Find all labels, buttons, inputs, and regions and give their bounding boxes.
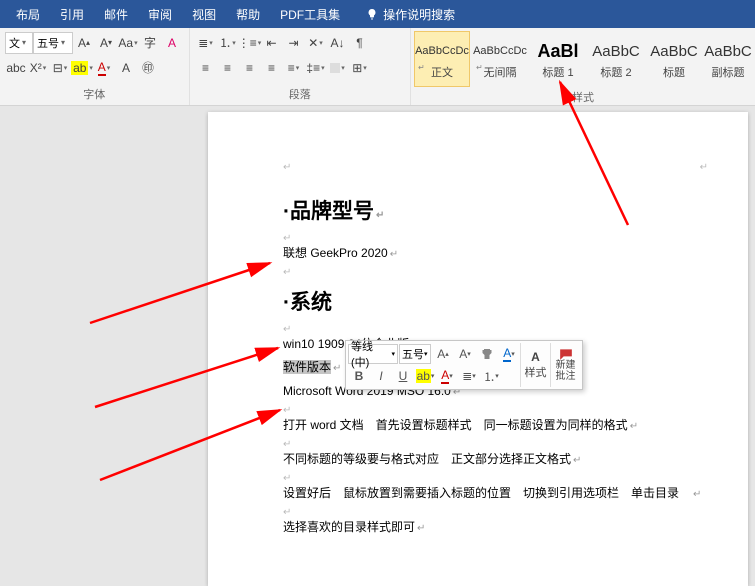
align-right-button[interactable]: ≡ (239, 57, 261, 79)
justify-button[interactable]: ≡ (261, 57, 283, 79)
doc-paragraph: 打开 word 文档 首先设置标题样式 同一标题设置为同样的格式↵ (283, 416, 708, 435)
mini-bold[interactable]: B (348, 366, 370, 386)
style-heading-1[interactable]: AaBl 标题 1 (530, 31, 586, 87)
mini-bullets[interactable]: ≣▾ (458, 366, 480, 386)
ribbon-group-paragraph: ≣▾ ⒈▾ ⋮≡▾ ⇤ ⇥ ✕▾ A↓ ¶ ≡ ≡ ≡ ≡ ≡▾ ‡≡▾ ▾ (190, 28, 411, 105)
mini-toolbar: 等线 (中)▾ 五号▾ A▴ A▾ A▾ B I U ab▾ A▾ ≣▾ ⒈▾ … (345, 340, 583, 390)
decrease-indent-button[interactable]: ⇤ (261, 32, 283, 54)
ribbon-group-font: 文▾ 五号▾ A▴ A▾ Aa▾ 字 A abc X²▾ ⊟▾ ab▾ A▾ A… (0, 28, 190, 105)
mini-italic[interactable]: I (370, 366, 392, 386)
style-heading-2[interactable]: AaBbC 标题 2 (588, 31, 644, 87)
increase-font-button[interactable]: A▴ (73, 32, 95, 54)
text-direction-button[interactable]: ✕▾ (305, 32, 327, 54)
tell-me-search[interactable]: 操作说明搜索 (356, 0, 465, 28)
distribute-button[interactable]: ≡▾ (283, 57, 305, 79)
bullets-button[interactable]: ≣▾ (195, 32, 217, 54)
doc-paragraph: 不同标题的等级要与格式对应 正文部分选择正文格式↵ (283, 450, 708, 469)
change-case-button[interactable]: Aa▾ (117, 32, 139, 54)
menu-mail[interactable]: 邮件 (94, 0, 138, 28)
char-border-button[interactable]: ⊟▾ (49, 57, 71, 79)
multilevel-list-button[interactable]: ⋮≡▾ (239, 32, 261, 54)
ribbon: 文▾ 五号▾ A▴ A▾ Aa▾ 字 A abc X²▾ ⊟▾ ab▾ A▾ A… (0, 28, 755, 106)
paragraph-mark: ↵ (283, 405, 708, 416)
menu-pdf[interactable]: PDF工具集 (270, 0, 350, 28)
paragraph-mark: ↵ (283, 162, 291, 173)
highlight-button[interactable]: ab▾ (71, 57, 93, 79)
lightbulb-icon (366, 8, 378, 20)
paragraph-mark: ↵ (700, 162, 708, 173)
mini-new-comment[interactable]: 新建 批注 (550, 343, 580, 387)
brush-icon (481, 348, 493, 360)
font-family-dropdown[interactable]: 文▾ (5, 32, 33, 54)
doc-paragraph: 联想 GeekPro 2020↵ (283, 244, 708, 263)
ribbon-group-styles: AaBbCcDc ↵ 正文 AaBbCcDc ↵ 无间隔 AaBl 标题 1 A… (411, 28, 755, 105)
shading-button[interactable]: ▾ (327, 57, 349, 79)
font-size-dropdown[interactable]: 五号▾ (33, 32, 73, 54)
borders-button[interactable]: ⊞▾ (349, 57, 371, 79)
doc-heading-1: ·品牌型号↵ (283, 195, 708, 225)
menu-view[interactable]: 视图 (182, 0, 226, 28)
comment-icon (559, 348, 573, 360)
numbering-button[interactable]: ⒈▾ (217, 32, 239, 54)
paragraph-mark: ↵ (283, 473, 708, 484)
doc-paragraph: 设置好后 鼠标放置到需要插入标题的位置 切换到引用选项栏 单击目录 ↵ (283, 484, 708, 503)
mini-font-family[interactable]: 等线 (中)▾ (348, 344, 398, 364)
paragraph-mark: ↵ (283, 324, 708, 335)
show-marks-button[interactable]: ¶ (349, 32, 371, 54)
mini-font-color-2[interactable]: A▾ (436, 366, 458, 386)
ribbon-label-paragraph: 段落 (190, 84, 410, 105)
style-no-spacing[interactable]: AaBbCcDc ↵ 无间隔 (472, 31, 528, 87)
mini-underline[interactable]: U (392, 366, 414, 386)
mini-font-color[interactable]: A▾ (498, 344, 520, 364)
menu-layout[interactable]: 布局 (6, 0, 50, 28)
increase-indent-button[interactable]: ⇥ (283, 32, 305, 54)
paragraph-mark: ↵ (283, 267, 708, 278)
paragraph-mark: ↵ (283, 439, 708, 450)
menu-bar: 布局 引用 邮件 审阅 视图 帮助 PDF工具集 操作说明搜索 (0, 0, 755, 28)
subscript-button[interactable]: abc (5, 57, 27, 79)
mini-format-painter[interactable] (476, 344, 498, 364)
sort-button[interactable]: A↓ (327, 32, 349, 54)
style-normal[interactable]: AaBbCcDc ↵ 正文 (414, 31, 470, 87)
ribbon-label-styles: 样式 (411, 87, 755, 108)
char-shading-button[interactable]: A (115, 57, 137, 79)
mini-highlight[interactable]: ab▾ (414, 366, 436, 386)
style-title[interactable]: AaBbC 标题 (646, 31, 702, 87)
menu-review[interactable]: 审阅 (138, 0, 182, 28)
superscript-button[interactable]: X²▾ (27, 57, 49, 79)
mini-decrease-font[interactable]: A▾ (454, 344, 476, 364)
mini-font-size[interactable]: 五号▾ (399, 344, 431, 364)
align-left-button[interactable]: ≡ (195, 57, 217, 79)
ribbon-label-font: 字体 (0, 84, 189, 105)
align-center-button[interactable]: ≡ (217, 57, 239, 79)
doc-paragraph: 选择喜欢的目录样式即可↵ (283, 518, 708, 537)
menu-references[interactable]: 引用 (50, 0, 94, 28)
mini-numbering[interactable]: ⒈▾ (480, 366, 502, 386)
font-color-button[interactable]: A▾ (93, 57, 115, 79)
mini-styles[interactable]: A 样式 (520, 343, 550, 387)
style-gallery: AaBbCcDc ↵ 正文 AaBbCcDc ↵ 无间隔 AaBl 标题 1 A… (413, 31, 753, 87)
paragraph-mark: ↵ (283, 233, 708, 244)
clear-formatting-button[interactable]: A (161, 32, 183, 54)
enclose-char-button[interactable]: ㊞ (137, 57, 159, 79)
paragraph-mark: ↵ (283, 507, 708, 518)
menu-help[interactable]: 帮助 (226, 0, 270, 28)
doc-heading-2: ·系统占位占 (283, 286, 708, 316)
phonetic-guide-button[interactable]: 字 (139, 32, 161, 54)
decrease-font-button[interactable]: A▾ (95, 32, 117, 54)
mini-increase-font[interactable]: A▴ (432, 344, 454, 364)
line-spacing-button[interactable]: ‡≡▾ (305, 57, 327, 79)
style-subtitle[interactable]: AaBbC 副标题 (704, 31, 752, 87)
